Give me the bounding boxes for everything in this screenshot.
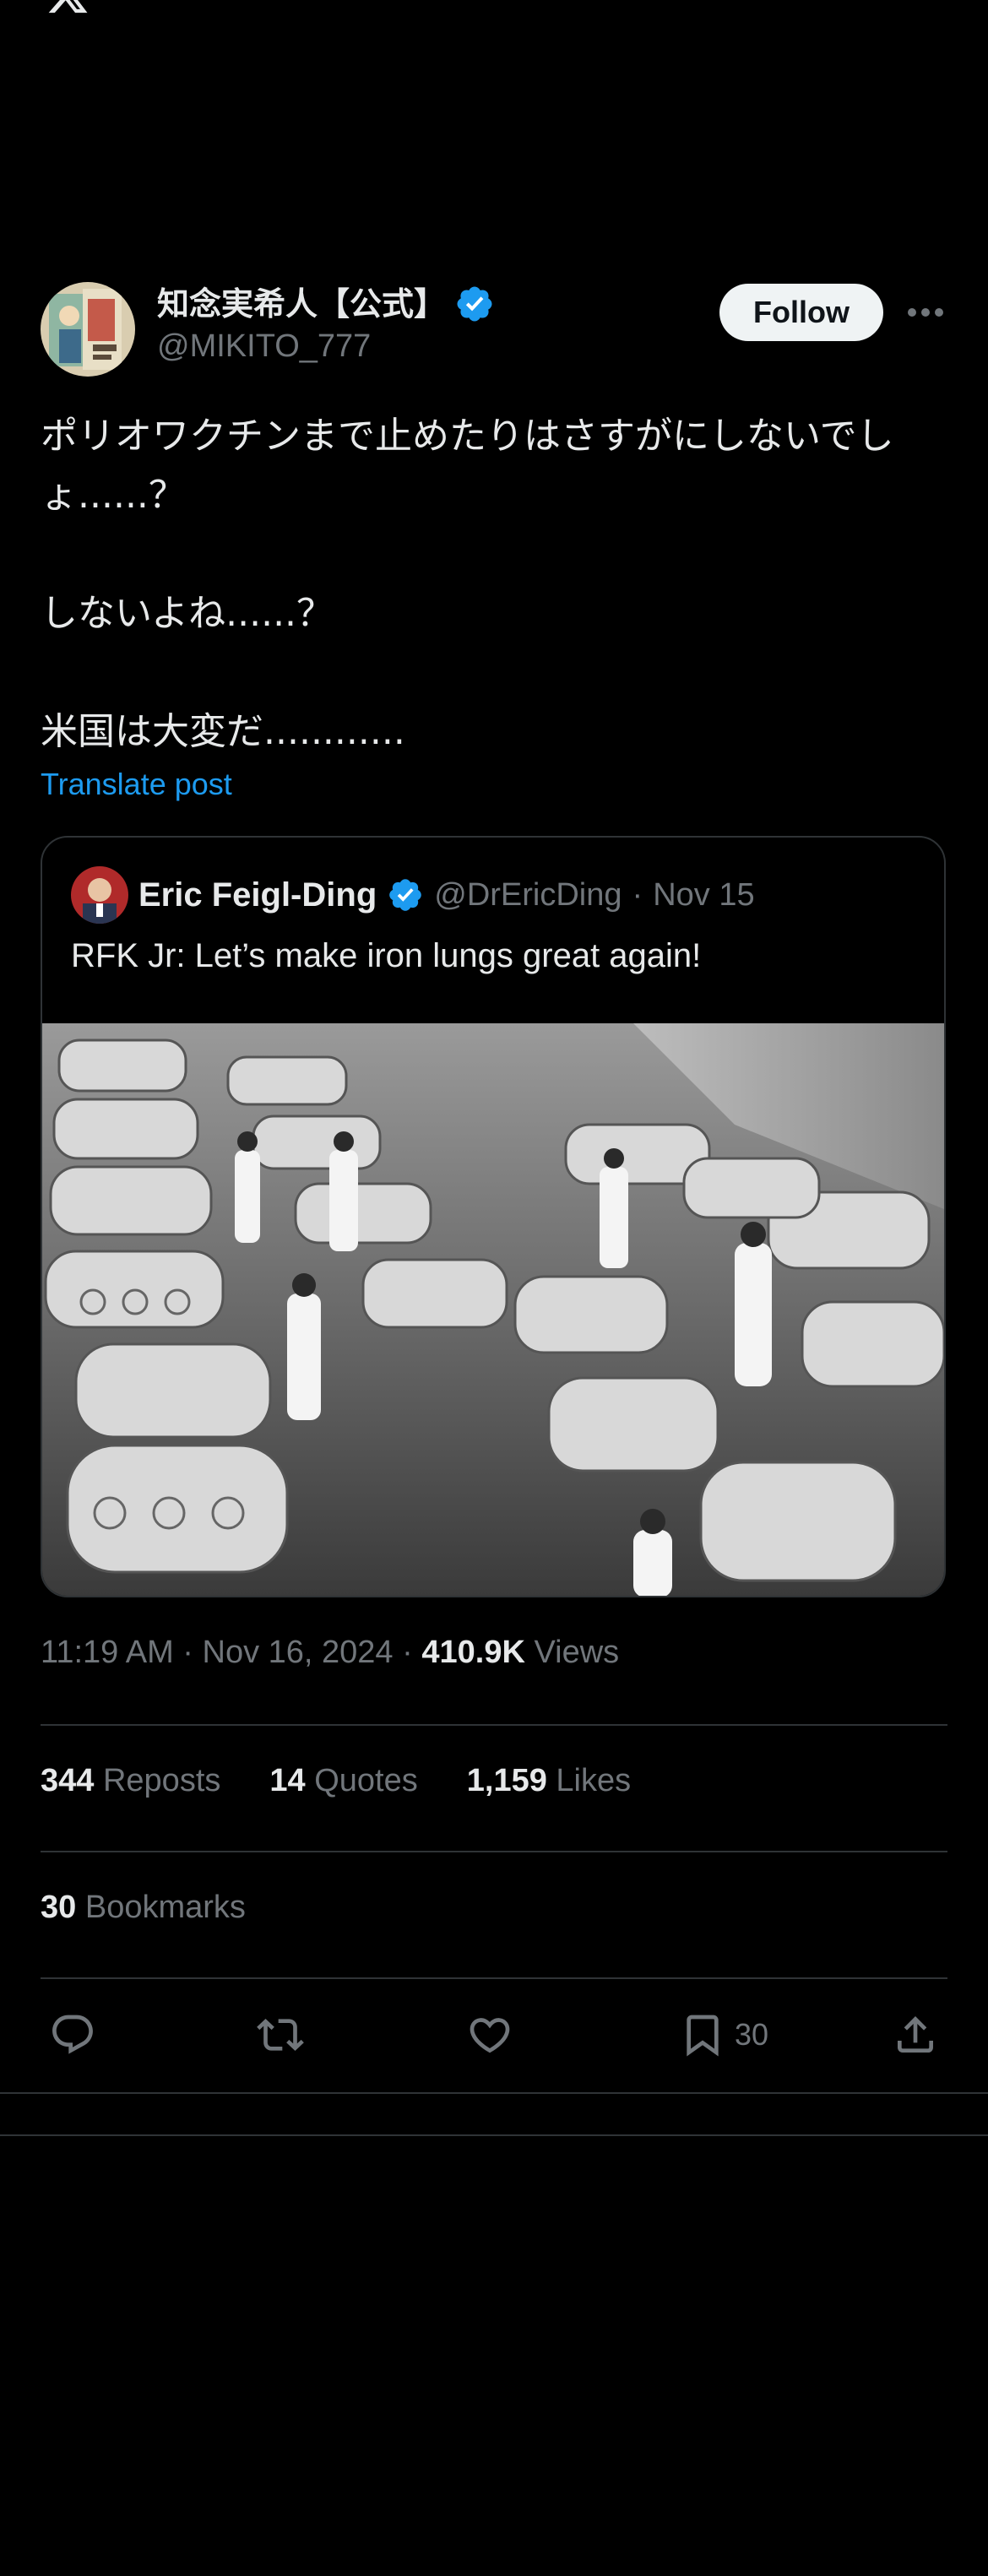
views-count: 410.9K [421, 1635, 525, 1670]
follow-button[interactable]: Follow [719, 284, 883, 341]
author-avatar[interactable] [41, 282, 135, 377]
divider [41, 1724, 947, 1726]
divider [0, 2092, 988, 2094]
likes-stat[interactable]: 1,159 Likes [467, 1763, 631, 1799]
bookmarks-count: 30 [41, 1890, 77, 1925]
bookmarks-stat[interactable]: 30 Bookmarks [41, 1890, 246, 1926]
translate-post-link[interactable]: Translate post [41, 767, 232, 802]
quoted-post-text: RFK Jr: Let’s make iron lungs great agai… [71, 937, 702, 974]
bookmark-button[interactable]: 30 [679, 2009, 768, 2060]
repost-icon [257, 2019, 304, 2051]
author-name-text[interactable]: 知念実希人【公式】 [157, 284, 446, 324]
quotes-count: 14 [269, 1763, 306, 1798]
divider [41, 1977, 947, 1979]
quoted-author-avatar [71, 866, 128, 924]
post-stats: 344 Reposts 14 Quotes 1,159 Likes [41, 1763, 631, 1799]
likes-label: Likes [556, 1763, 632, 1798]
quoted-post-date: Nov 15 [653, 876, 755, 913]
share-icon [898, 2016, 933, 2053]
post-meta: 11:19 AM · Nov 16, 2024 · 410.9K Views [41, 1635, 619, 1671]
quoted-post-image[interactable] [42, 1023, 944, 1596]
post-text: ポリオワクチンまで止めたりはさすがにしないでしょ......？ しないよね...… [41, 415, 894, 753]
post-date: Nov 16, 2024 [202, 1635, 394, 1670]
reply-icon [52, 2015, 93, 2054]
action-bar: 30 [41, 2009, 947, 2060]
meta-separator: · [182, 1635, 193, 1670]
post-time: 11:19 AM [41, 1635, 174, 1670]
author-display-name[interactable]: 知念実希人【公式】 [157, 284, 495, 324]
divider [41, 1851, 947, 1852]
share-button[interactable] [892, 2009, 939, 2060]
quotes-stat[interactable]: 14 Quotes [269, 1763, 417, 1799]
views-label: Views [534, 1635, 620, 1670]
quoted-separator: · [632, 876, 643, 913]
reposts-label: Reposts [102, 1763, 221, 1798]
reply-button[interactable] [49, 2009, 96, 2060]
verified-badge-icon [457, 286, 492, 322]
quoted-author-name: Eric Feigl-Ding [138, 876, 377, 914]
bookmark-icon [687, 2015, 719, 2057]
repost-button[interactable] [257, 2009, 304, 2060]
bookmark-count: 30 [735, 2017, 769, 2052]
x-logo-icon[interactable] [41, 0, 95, 17]
quoted-author-handle: @DrEricDing [434, 876, 622, 913]
heart-icon [470, 2018, 510, 2053]
post-author-header: 知念実希人【公式】 @MIKITO_777 Follow [41, 279, 947, 377]
author-handle[interactable]: @MIKITO_777 [157, 324, 495, 368]
more-icon[interactable] [904, 290, 947, 334]
quoted-post-header: Eric Feigl-Ding @DrEricDing · Nov 15 [71, 866, 755, 924]
like-button[interactable] [466, 2009, 513, 2060]
quoted-post-card[interactable]: Eric Feigl-Ding @DrEricDing · Nov 15 RFK… [41, 836, 946, 1597]
quotes-label: Quotes [314, 1763, 418, 1798]
verified-badge-icon [389, 879, 422, 911]
meta-separator: · [402, 1635, 413, 1670]
reposts-stat[interactable]: 344 Reposts [41, 1763, 220, 1799]
reposts-count: 344 [41, 1763, 95, 1798]
bookmarks-label: Bookmarks [84, 1890, 246, 1925]
likes-count: 1,159 [466, 1763, 547, 1798]
divider [0, 2134, 988, 2136]
